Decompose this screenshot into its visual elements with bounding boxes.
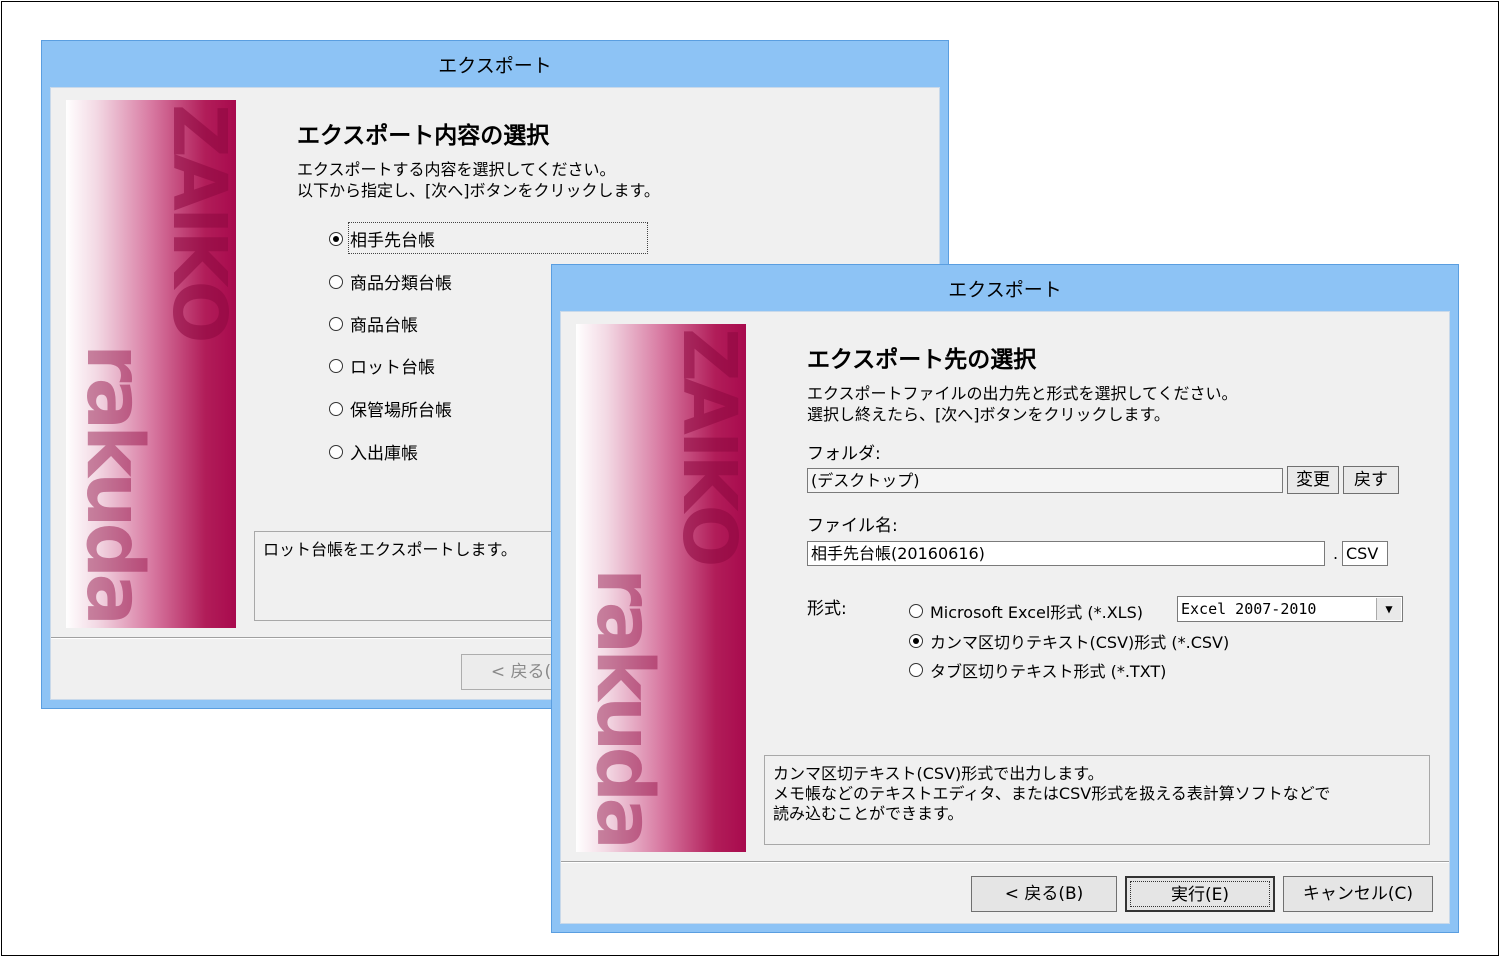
instruction-line-2: 選択し終えたら、[次へ]ボタンをクリックします。 [807,405,1170,424]
format-radio-txt[interactable]: タブ区切りテキスト形式 (*.TXT) [909,658,1166,682]
zaiko-rakuda-logo: ZAIKO rakuda [576,324,746,852]
format-label: 形式: [807,599,847,619]
option-label: 商品分類台帳 [350,274,452,294]
dialog-client: ZAIKO rakuda エクスポート先の選択 エクスポートファイルの出力先と形… [560,311,1450,924]
change-folder-button[interactable]: 変更 [1287,466,1339,494]
revert-folder-button[interactable]: 戻す [1343,466,1399,494]
format-radio-xls[interactable]: Microsoft Excel形式 (*.XLS) [909,599,1143,623]
excel-version-value: Excel 2007-2010 [1181,600,1317,618]
option-radio-product-category[interactable]: 商品分類台帳 [329,269,452,294]
radio-icon [329,444,343,459]
folder-label: フォルダ: [807,444,881,464]
radio-icon [329,316,343,331]
description-text: カンマ区切テキスト(CSV)形式で出力します。 メモ帳などのテキストエディタ、ま… [765,756,1429,832]
step-heading: エクスポート先の選択 [807,346,1037,373]
filename-label: ファイル名: [807,516,898,536]
option-radio-storage[interactable]: 保管場所台帳 [329,396,452,421]
instruction-line-2: 以下から指定し、[次へ]ボタンをクリックします。 [297,181,660,200]
option-label: 相手先台帳 [350,231,435,251]
description-box: カンマ区切テキスト(CSV)形式で出力します。 メモ帳などのテキストエディタ、ま… [764,755,1430,845]
format-radio-csv[interactable]: カンマ区切りテキスト(CSV)形式 (*.CSV) [909,629,1229,653]
radio-icon [909,663,923,677]
focus-rect [1130,881,1270,907]
button-separator [561,861,1449,863]
filename-input[interactable]: 相手先台帳(20160616) [807,541,1325,566]
radio-icon [329,358,343,373]
option-radio-partner[interactable]: 相手先台帳 [329,226,435,251]
option-label: 商品台帳 [350,316,418,336]
extension-dot: . [1333,544,1339,563]
extension-field[interactable]: CSV [1342,541,1388,566]
format-label-csv: カンマ区切りテキスト(CSV)形式 (*.CSV) [930,633,1230,652]
cancel-button[interactable]: キャンセル(C) [1283,876,1433,912]
option-label: 入出庫帳 [350,444,418,464]
instruction-line-1: エクスポートファイルの出力先と形式を選択してください。 [807,384,1238,403]
radio-icon [329,231,343,246]
format-label-xls: Microsoft Excel形式 (*.XLS) [930,603,1143,622]
radio-icon [329,274,343,289]
dialog-title: エクスポート [948,279,1062,301]
svg-text:ZAIKO: ZAIKO [156,104,236,340]
svg-text:rakuda: rakuda [69,344,159,621]
dialog-title: エクスポート [438,55,552,77]
format-label-txt: タブ区切りテキスト形式 (*.TXT) [930,662,1167,681]
radio-icon [329,401,343,416]
option-radio-inout[interactable]: 入出庫帳 [329,439,418,464]
export-destination-dialog: エクスポート ZAIKO rakuda エクスポート先の選択 エクスポートファイ… [551,264,1459,933]
back-button[interactable]: < 戻る(B) [971,876,1117,912]
option-label: ロット台帳 [350,358,435,378]
option-label: 保管場所台帳 [350,401,452,421]
svg-text:rakuda: rakuda [579,568,669,845]
step-heading: エクスポート内容の選択 [297,122,550,149]
instruction-line-1: エクスポートする内容を選択してください。 [297,160,616,179]
description-line-3: 読み込むことができます。 [773,804,964,823]
svg-text:ZAIKO: ZAIKO [666,328,746,564]
zaiko-rakuda-logo: ZAIKO rakuda [66,100,236,628]
description-line-2: メモ帳などのテキストエディタ、またはCSV形式を扱える表計算ソフトなどで [773,784,1331,803]
execute-button[interactable]: 実行(E) [1125,876,1275,912]
option-radio-product[interactable]: 商品台帳 [329,311,418,336]
description-line-1: カンマ区切テキスト(CSV)形式で出力します。 [773,764,1104,783]
radio-icon [909,634,923,648]
radio-icon [909,604,923,618]
folder-field[interactable]: (デスクトップ) [807,468,1283,493]
option-radio-lot[interactable]: ロット台帳 [329,353,435,378]
excel-version-select[interactable]: Excel 2007-2010 ▼ [1177,596,1403,622]
combo-arrow-icon[interactable]: ▼ [1376,598,1401,620]
